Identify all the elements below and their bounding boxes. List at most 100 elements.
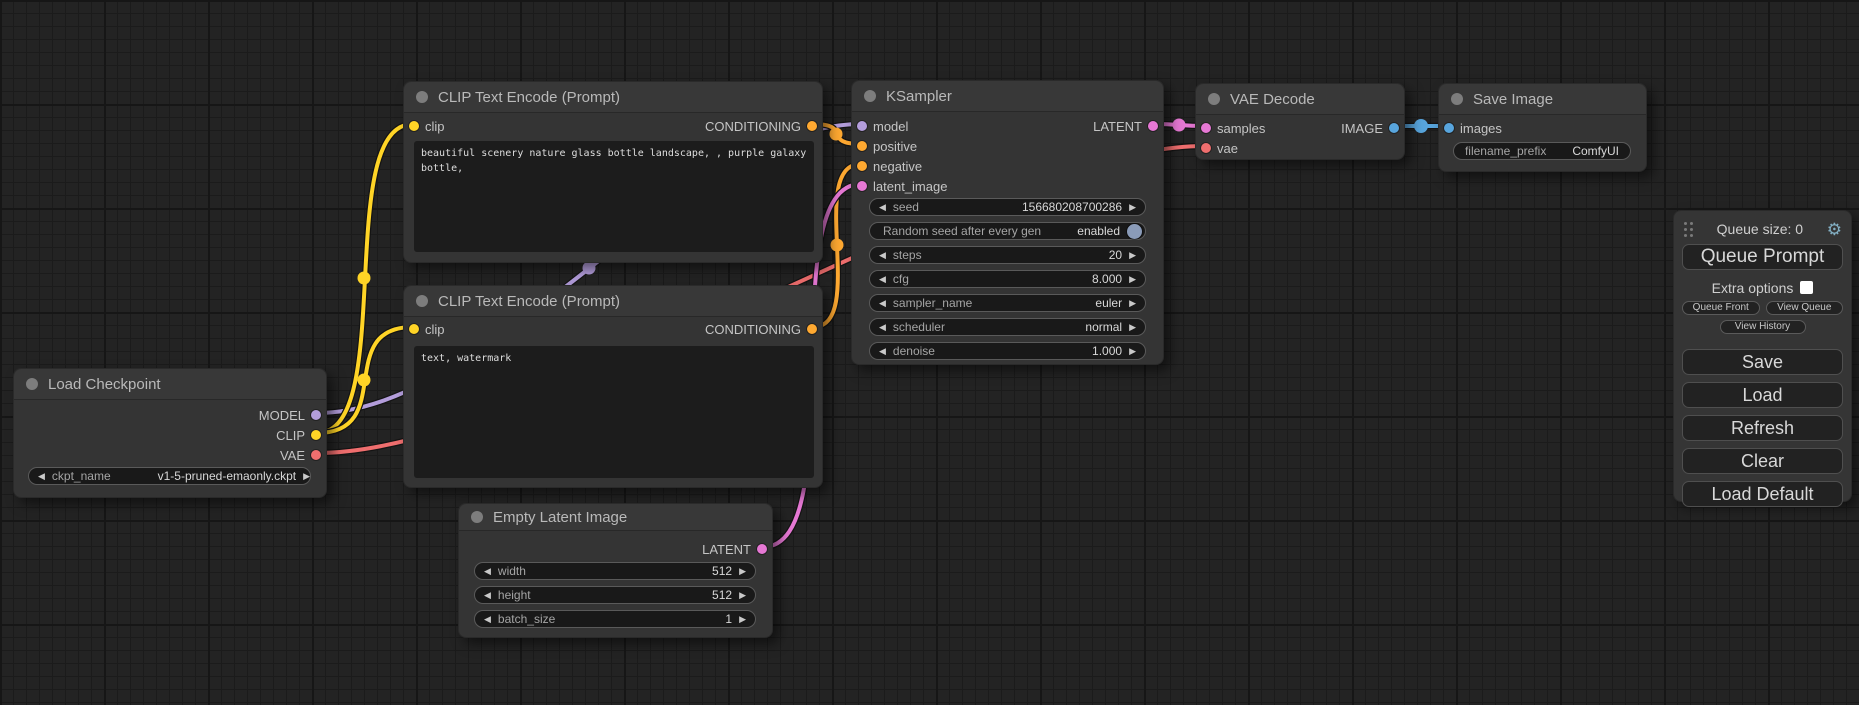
model-output-port[interactable] <box>311 410 321 420</box>
decrement-arrow-icon[interactable]: ◀ <box>38 472 45 481</box>
queue-front-button[interactable]: Queue Front <box>1682 301 1760 315</box>
seed-widget[interactable]: ◀ seed 156680208700286 ▶ <box>869 198 1146 216</box>
node-titlebar[interactable]: Save Image <box>1439 84 1646 115</box>
decrement-arrow-icon[interactable]: ◀ <box>879 275 886 284</box>
node-clip-text-encode-positive[interactable]: CLIP Text Encode (Prompt) clip CONDITION… <box>403 81 823 263</box>
ckpt-name-widget[interactable]: ◀ ckpt_name v1-5-pruned-emaonly.ckpt ▶ <box>28 467 311 485</box>
collapse-dot-icon[interactable] <box>1208 93 1220 105</box>
output-label-latent: LATENT <box>702 542 751 557</box>
conditioning-output-port[interactable] <box>807 324 817 334</box>
positive-prompt-textarea[interactable]: beautiful scenery nature glass bottle la… <box>414 141 814 252</box>
toggle-dot-icon[interactable] <box>1127 224 1142 239</box>
random-seed-toggle-widget[interactable]: Random seed after every gen enabled <box>869 222 1146 240</box>
decrement-arrow-icon[interactable]: ◀ <box>484 615 491 624</box>
increment-arrow-icon[interactable]: ▶ <box>1129 203 1136 212</box>
input-label-images: images <box>1460 121 1502 136</box>
increment-arrow-icon[interactable]: ▶ <box>303 472 310 481</box>
decrement-arrow-icon[interactable]: ◀ <box>879 347 886 356</box>
vae-output-port[interactable] <box>311 450 321 460</box>
view-queue-button[interactable]: View Queue <box>1766 301 1844 315</box>
node-empty-latent-image[interactable]: Empty Latent Image LATENT ◀ width 512 ▶ … <box>458 503 773 638</box>
view-history-button[interactable]: View History <box>1720 320 1806 334</box>
decrement-arrow-icon[interactable]: ◀ <box>484 567 491 576</box>
scheduler-widget[interactable]: ◀ scheduler normal ▶ <box>869 318 1146 336</box>
widget-value: 20 <box>1109 248 1122 262</box>
model-input-port[interactable] <box>857 121 867 131</box>
node-vae-decode[interactable]: VAE Decode samples IMAGE vae <box>1195 83 1405 160</box>
load-button[interactable]: Load <box>1682 382 1843 408</box>
clip-output-port[interactable] <box>311 430 321 440</box>
output-label-image: IMAGE <box>1341 121 1383 136</box>
node-titlebar[interactable]: CLIP Text Encode (Prompt) <box>404 82 822 113</box>
clip-input-port[interactable] <box>409 324 419 334</box>
save-button[interactable]: Save <box>1682 349 1843 375</box>
width-widget[interactable]: ◀ width 512 ▶ <box>474 562 756 580</box>
increment-arrow-icon[interactable]: ▶ <box>739 567 746 576</box>
latent-image-input-port[interactable] <box>857 181 867 191</box>
collapse-dot-icon[interactable] <box>471 511 483 523</box>
latent-output-port[interactable] <box>757 544 767 554</box>
samples-input-port[interactable] <box>1201 123 1211 133</box>
link-dot-clip-neg <box>358 374 371 387</box>
decrement-arrow-icon[interactable]: ◀ <box>484 591 491 600</box>
increment-arrow-icon[interactable]: ▶ <box>739 615 746 624</box>
node-titlebar[interactable]: CLIP Text Encode (Prompt) <box>404 286 822 317</box>
input-label-model: model <box>873 119 908 134</box>
increment-arrow-icon[interactable]: ▶ <box>1129 347 1136 356</box>
batch-size-widget[interactable]: ◀ batch_size 1 ▶ <box>474 610 756 628</box>
node-titlebar[interactable]: Empty Latent Image <box>459 504 772 531</box>
denoise-widget[interactable]: ◀ denoise 1.000 ▶ <box>869 342 1146 360</box>
decrement-arrow-icon[interactable]: ◀ <box>879 299 886 308</box>
queue-panel: Queue size: 0 ⚙ Queue Prompt Extra optio… <box>1673 210 1852 502</box>
node-titlebar[interactable]: VAE Decode <box>1196 84 1404 115</box>
input-label-positive: positive <box>873 139 917 154</box>
node-clip-text-encode-negative[interactable]: CLIP Text Encode (Prompt) clip CONDITION… <box>403 285 823 488</box>
decrement-arrow-icon[interactable]: ◀ <box>879 203 886 212</box>
increment-arrow-icon[interactable]: ▶ <box>739 591 746 600</box>
image-output-port[interactable] <box>1389 123 1399 133</box>
widget-value: 1.000 <box>1092 344 1122 358</box>
load-default-button[interactable]: Load Default <box>1682 481 1843 507</box>
latent-output-port[interactable] <box>1148 121 1158 131</box>
conditioning-output-port[interactable] <box>807 121 817 131</box>
widget-label: Random seed after every gen <box>883 224 1041 238</box>
node-title: Empty Latent Image <box>493 509 627 526</box>
widget-label: cfg <box>893 272 909 286</box>
sampler-name-widget[interactable]: ◀ sampler_name euler ▶ <box>869 294 1146 312</box>
decrement-arrow-icon[interactable]: ◀ <box>879 323 886 332</box>
clear-button[interactable]: Clear <box>1682 448 1843 474</box>
increment-arrow-icon[interactable]: ▶ <box>1129 251 1136 260</box>
collapse-dot-icon[interactable] <box>26 378 38 390</box>
collapse-dot-icon[interactable] <box>416 91 428 103</box>
increment-arrow-icon[interactable]: ▶ <box>1129 275 1136 284</box>
drag-handle-icon[interactable] <box>1684 222 1693 237</box>
negative-prompt-textarea[interactable]: text, watermark <box>414 346 814 478</box>
node-titlebar[interactable]: KSampler <box>852 81 1163 112</box>
collapse-dot-icon[interactable] <box>416 295 428 307</box>
output-label-clip: CLIP <box>276 428 305 443</box>
vae-input-port[interactable] <box>1201 143 1211 153</box>
collapse-dot-icon[interactable] <box>1451 93 1463 105</box>
filename-prefix-widget[interactable]: filename_prefix ComfyUI <box>1453 142 1631 160</box>
steps-widget[interactable]: ◀ steps 20 ▶ <box>869 246 1146 264</box>
node-save-image[interactable]: Save Image images filename_prefix ComfyU… <box>1438 83 1647 172</box>
collapse-dot-icon[interactable] <box>864 90 876 102</box>
cfg-widget[interactable]: ◀ cfg 8.000 ▶ <box>869 270 1146 288</box>
refresh-button[interactable]: Refresh <box>1682 415 1843 441</box>
increment-arrow-icon[interactable]: ▶ <box>1129 299 1136 308</box>
queue-prompt-button[interactable]: Queue Prompt <box>1682 244 1843 270</box>
positive-input-port[interactable] <box>857 141 867 151</box>
node-load-checkpoint[interactable]: Load Checkpoint MODEL CLIP VAE ◀ ckpt_na… <box>13 368 327 498</box>
node-graph-canvas[interactable]: Load Checkpoint MODEL CLIP VAE ◀ ckpt_na… <box>0 0 1859 705</box>
widget-value: enabled <box>1077 224 1120 238</box>
negative-input-port[interactable] <box>857 161 867 171</box>
extra-options-checkbox[interactable] <box>1800 281 1813 294</box>
node-ksampler[interactable]: KSampler model LATENT positive negative … <box>851 80 1164 365</box>
settings-gear-icon[interactable]: ⚙ <box>1827 221 1842 238</box>
decrement-arrow-icon[interactable]: ◀ <box>879 251 886 260</box>
clip-input-port[interactable] <box>409 121 419 131</box>
increment-arrow-icon[interactable]: ▶ <box>1129 323 1136 332</box>
node-titlebar[interactable]: Load Checkpoint <box>14 369 326 400</box>
images-input-port[interactable] <box>1444 123 1454 133</box>
height-widget[interactable]: ◀ height 512 ▶ <box>474 586 756 604</box>
